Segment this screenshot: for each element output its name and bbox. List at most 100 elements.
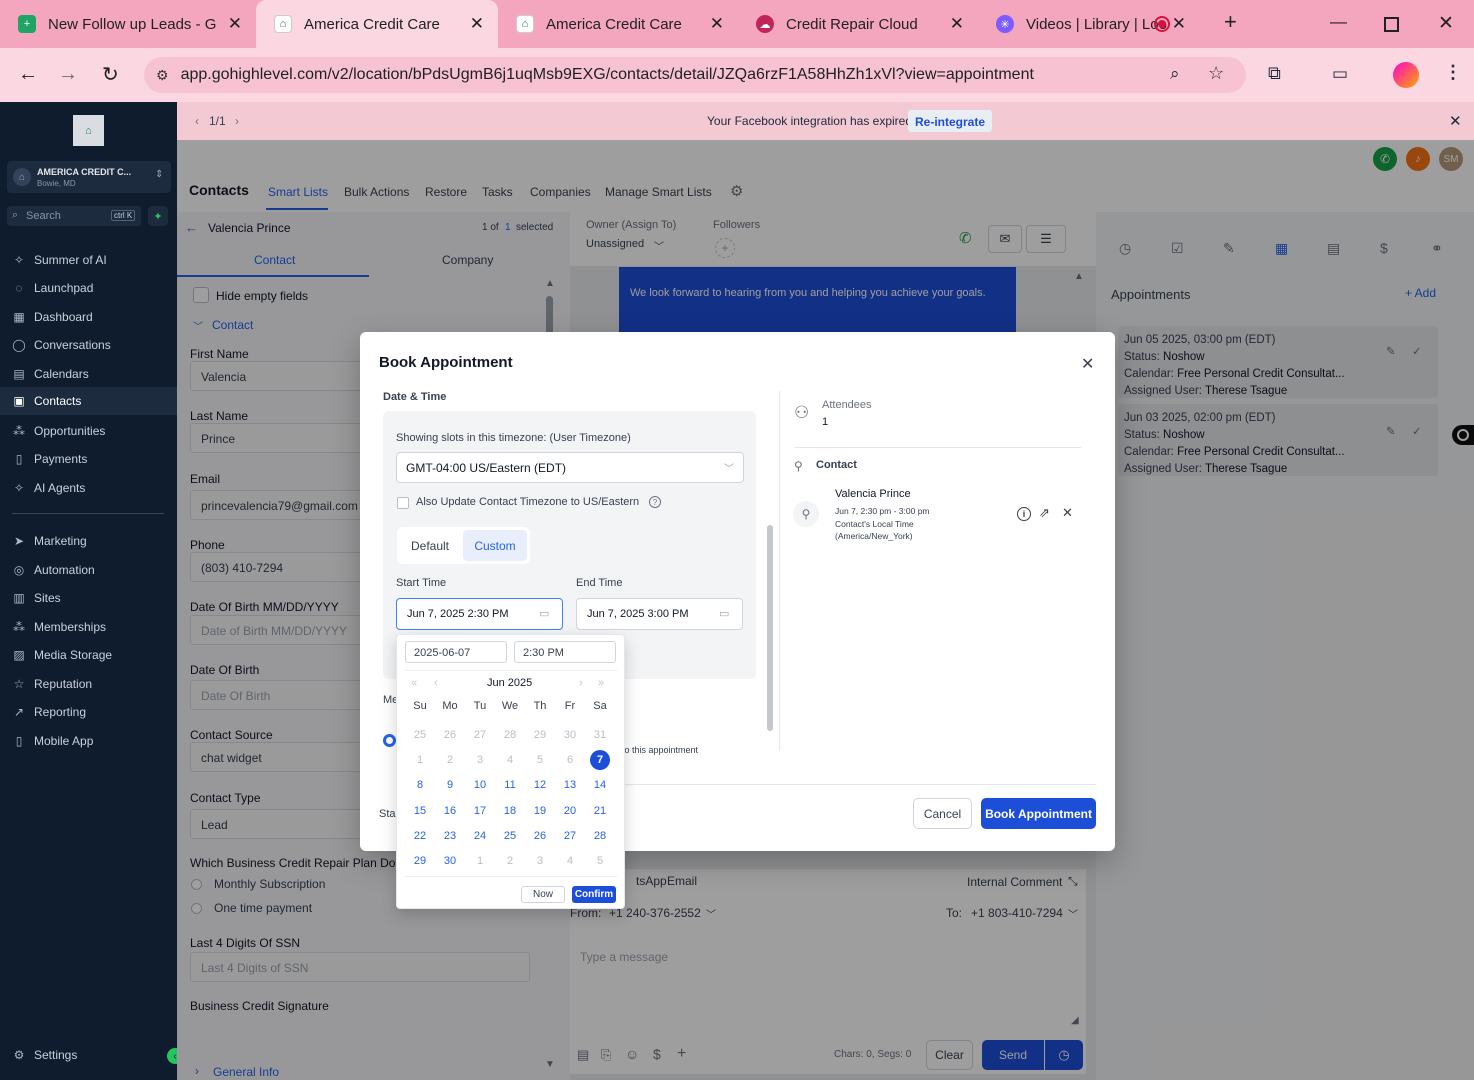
picker-date-input[interactable]: 2025-06-07 bbox=[405, 641, 507, 663]
picker-day[interactable]: 29 bbox=[407, 850, 433, 872]
new-tab-icon[interactable]: + bbox=[1224, 9, 1237, 35]
extensions-icon[interactable]: ⧉ bbox=[1268, 63, 1281, 84]
address-bar[interactable]: ⚙ app.gohighlevel.com/v2/location/bPdsUg… bbox=[144, 57, 1246, 93]
minimize-icon[interactable]: — bbox=[1330, 12, 1347, 32]
modal-scrollbar[interactable] bbox=[767, 525, 773, 731]
maximize-icon[interactable] bbox=[1384, 17, 1399, 32]
sidebar-item-mobile-app[interactable]: ▯ Mobile App bbox=[12, 734, 94, 748]
picker-day[interactable]: 5 bbox=[587, 850, 613, 872]
book-appointment-button[interactable]: Book Appointment bbox=[981, 798, 1096, 829]
picker-day[interactable]: 13 bbox=[557, 774, 583, 796]
sidebar-item-settings[interactable]: ⚙ Settings bbox=[12, 1048, 78, 1062]
picker-time-input[interactable]: 2:30 PM bbox=[514, 641, 616, 663]
mode-default-button[interactable]: Default bbox=[400, 530, 460, 561]
sidebar-item-conversations[interactable]: ◯ Conversations bbox=[12, 338, 110, 352]
zoom-icon[interactable]: ⌕ bbox=[1170, 64, 1180, 84]
meeting-location-radio[interactable] bbox=[383, 734, 396, 747]
modal-close-icon[interactable]: ✕ bbox=[1081, 354, 1094, 374]
sidebar-item-media-storage[interactable]: ▨ Media Storage bbox=[12, 648, 112, 662]
sidebar-item-automation[interactable]: ◎ Automation bbox=[12, 563, 95, 577]
profile-avatar[interactable] bbox=[1393, 62, 1419, 88]
chevron-left-icon[interactable]: ‹ bbox=[195, 114, 199, 128]
start-time-input[interactable]: Jun 7, 2025 2:30 PM bbox=[396, 598, 563, 630]
window-close-icon[interactable]: ✕ bbox=[1438, 12, 1454, 35]
picker-day[interactable]: 27 bbox=[467, 724, 493, 746]
sidebar-item-marketing[interactable]: ➤ Marketing bbox=[12, 534, 87, 548]
browser-tab[interactable]: + New Follow up Leads - G ✕ bbox=[0, 0, 256, 48]
timezone-select[interactable]: GMT-04:00 US/Eastern (EDT) bbox=[396, 452, 744, 483]
sidebar-search[interactable]: ⌕ Search ctrl K bbox=[7, 206, 141, 226]
sidebar-item-sites[interactable]: ▥ Sites bbox=[12, 591, 60, 605]
browser-tab[interactable]: ✳ Videos | Library | Loo ✕ bbox=[978, 0, 1200, 48]
picker-day[interactable]: 8 bbox=[407, 774, 433, 796]
picker-day[interactable]: 11 bbox=[497, 774, 523, 796]
picker-now-button[interactable]: Now bbox=[521, 886, 565, 903]
account-switcher[interactable]: ⌂ AMERICA CREDIT C... Bowie, MD ⇕ bbox=[7, 161, 171, 193]
picker-day[interactable]: 31 bbox=[587, 724, 613, 746]
picker-day[interactable]: 9 bbox=[437, 774, 463, 796]
chevron-right-icon[interactable]: › bbox=[235, 114, 239, 128]
help-icon[interactable]: ? bbox=[649, 496, 661, 508]
picker-day[interactable]: 22 bbox=[407, 825, 433, 847]
picker-day[interactable]: 12 bbox=[527, 774, 553, 796]
picker-confirm-button[interactable]: Confirm bbox=[572, 886, 616, 903]
picker-day[interactable]: 25 bbox=[497, 825, 523, 847]
picker-day[interactable]: 4 bbox=[497, 749, 523, 771]
picker-day[interactable]: 2 bbox=[497, 850, 523, 872]
sidebar-item-dashboard[interactable]: ▦ Dashboard bbox=[12, 310, 92, 324]
sidebar-item-payments[interactable]: ▯ Payments bbox=[12, 452, 88, 466]
next-month-icon[interactable]: › bbox=[579, 677, 583, 689]
sidebar-item-summer-of-ai[interactable]: ✧ Summer of AI bbox=[12, 253, 107, 267]
picker-day[interactable]: 29 bbox=[527, 724, 553, 746]
sidebar-item-launchpad[interactable]: ◌ Launchpad bbox=[12, 281, 93, 295]
end-time-input[interactable]: Jun 7, 2025 3:00 PM bbox=[576, 598, 743, 630]
quick-action-icon[interactable]: ✦ bbox=[148, 206, 168, 226]
forward-icon[interactable]: → bbox=[58, 63, 78, 86]
picker-day[interactable]: 4 bbox=[557, 850, 583, 872]
site-info-icon[interactable]: ⚙ bbox=[156, 67, 169, 84]
sidebar-item-ai-agents[interactable]: ✧ AI Agents bbox=[12, 481, 85, 495]
reload-icon[interactable]: ↻ bbox=[102, 62, 119, 87]
picker-day[interactable]: 6 bbox=[557, 749, 583, 771]
back-icon[interactable]: ← bbox=[18, 63, 38, 86]
picker-day[interactable]: 21 bbox=[587, 800, 613, 822]
sidebar-item-calendars[interactable]: ▤ Calendars bbox=[12, 367, 88, 381]
picker-day[interactable]: 19 bbox=[527, 800, 553, 822]
sidebar-item-reporting[interactable]: ↗ Reporting bbox=[12, 705, 86, 719]
cast-icon[interactable]: ▭ bbox=[1332, 64, 1348, 84]
picker-day[interactable]: 30 bbox=[557, 724, 583, 746]
picker-day[interactable]: 28 bbox=[587, 825, 613, 847]
picker-day[interactable]: 23 bbox=[437, 825, 463, 847]
picker-day[interactable]: 28 bbox=[497, 724, 523, 746]
picker-day-selected[interactable]: 7 bbox=[587, 749, 613, 771]
picker-day[interactable]: 17 bbox=[467, 800, 493, 822]
browser-tab[interactable]: ⌂ America Credit Care ✕ bbox=[498, 0, 738, 48]
picker-day[interactable]: 15 bbox=[407, 800, 433, 822]
sidebar-item-memberships[interactable]: ⁂ Memberships bbox=[12, 620, 106, 634]
reintegrate-button[interactable]: Re-integrate bbox=[908, 110, 993, 132]
browser-tab[interactable]: ☁ Credit Repair Cloud ✕ bbox=[738, 0, 978, 48]
cancel-button[interactable]: Cancel bbox=[913, 798, 972, 829]
bookmark-star-icon[interactable]: ☆ bbox=[1208, 63, 1224, 84]
sidebar-item-contacts[interactable]: ▣ Contacts bbox=[0, 387, 177, 415]
picker-day[interactable]: 3 bbox=[467, 749, 493, 771]
picker-day[interactable]: 26 bbox=[437, 724, 463, 746]
close-icon[interactable]: ✕ bbox=[470, 14, 484, 34]
external-link-icon[interactable]: ⇗ bbox=[1039, 505, 1050, 521]
picker-day[interactable]: 25 bbox=[407, 724, 433, 746]
close-icon[interactable]: ✕ bbox=[710, 14, 724, 34]
prev-year-icon[interactable]: « bbox=[411, 677, 417, 689]
picker-day[interactable]: 1 bbox=[407, 749, 433, 771]
picker-day[interactable]: 5 bbox=[527, 749, 553, 771]
update-timezone-checkbox[interactable] bbox=[397, 497, 409, 509]
picker-day[interactable]: 27 bbox=[557, 825, 583, 847]
picker-day[interactable]: 3 bbox=[527, 850, 553, 872]
info-icon[interactable]: i bbox=[1017, 507, 1031, 521]
picker-month-label[interactable]: Jun 2025 bbox=[487, 677, 532, 689]
picker-day[interactable]: 18 bbox=[497, 800, 523, 822]
browser-menu-icon[interactable]: ⋮ bbox=[1444, 62, 1462, 83]
picker-day[interactable]: 2 bbox=[437, 749, 463, 771]
picker-day[interactable]: 24 bbox=[467, 825, 493, 847]
prev-month-icon[interactable]: ‹ bbox=[434, 677, 438, 689]
close-icon[interactable]: ✕ bbox=[228, 14, 242, 34]
